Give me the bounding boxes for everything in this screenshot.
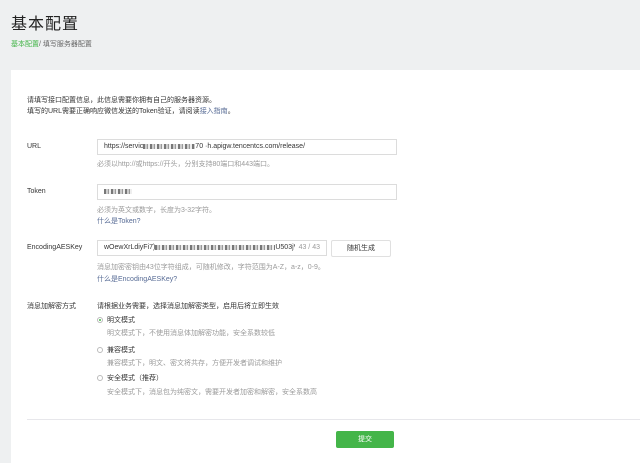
redacted-text — [143, 143, 196, 149]
random-generate-button[interactable]: 随机生成 — [331, 240, 391, 257]
redacted-text — [104, 188, 132, 194]
breadcrumb-current: 填写服务器配置 — [42, 41, 92, 48]
token-hint: 必须为英文或数字，长度为3-32字符。 — [97, 207, 217, 214]
url-input[interactable]: https://servic 70 ·h.apigw.tencentcs.com/… — [97, 139, 397, 155]
breadcrumb-link-basic-config[interactable]: 基本配置 — [11, 41, 39, 48]
breadcrumb: 基本配置/ 填写服务器配置 — [11, 39, 92, 49]
access-guide-link[interactable]: 接入指南 — [200, 108, 228, 115]
encryption-mode-label: 消息加解密方式 — [27, 303, 76, 310]
breadcrumb-separator: / — [39, 41, 41, 48]
radio-unchecked-icon — [97, 347, 103, 354]
config-card: 请填写接口配置信息，此信息需要你拥有自己的服务器资源。 填写的URL需要正确响应… — [11, 70, 640, 463]
radio-checked-icon — [97, 317, 103, 324]
what-is-aeskey-link[interactable]: 什么是EncodingAESKey? — [97, 274, 177, 284]
plaintext-mode-desc: 明文模式下，不使用消息体加解密功能，安全系数较低 — [107, 330, 275, 337]
intro-line-2: 填写的URL需要正确响应微信发送的Token验证，请阅读接入指南。 — [27, 108, 235, 115]
radio-compatible-mode[interactable]: 兼容模式 — [97, 345, 135, 355]
divider — [27, 419, 640, 420]
radio-unchecked-icon — [97, 375, 103, 382]
intro-text: 请填写接口配置信息，此信息需要你拥有自己的服务器资源。 填写的URL需要正确响应… — [27, 95, 235, 117]
submit-button[interactable]: 提交 — [336, 431, 394, 448]
aeskey-hint: 消息加密密钥由43位字符组成，可随机修改，字符范围为A-Z，a-z，0-9。 — [97, 264, 325, 271]
encryption-mode-intro: 请根据业务需要，选择消息加解密类型，启用后将立即生效 — [97, 303, 279, 310]
aeskey-input[interactable]: wOewXrLdiyFi7) U503jV6i 43 / 43 — [97, 240, 327, 256]
redacted-text — [155, 244, 276, 250]
intro-line-1: 请填写接口配置信息，此信息需要你拥有自己的服务器资源。 — [27, 97, 216, 104]
token-input[interactable] — [97, 184, 397, 200]
aeskey-char-counter: 43 / 43 — [294, 241, 320, 255]
token-label: Token — [27, 188, 46, 195]
url-hint: 必须以http://或https://开头，分别支持80端口和443端口。 — [97, 161, 274, 168]
aeskey-label: EncodingAESKey — [27, 244, 83, 251]
page-title: 基本配置 — [11, 16, 80, 33]
compatible-mode-desc: 兼容模式下，明文、密文将共存，方便开发者调试和维护 — [107, 360, 282, 367]
what-is-token-link[interactable]: 什么是Token? — [97, 216, 141, 226]
radio-plaintext-mode[interactable]: 明文模式 — [97, 315, 135, 325]
url-label: URL — [27, 143, 42, 150]
secure-mode-desc: 安全模式下，消息包为纯密文，需要开发者加密和解密，安全系数高 — [107, 389, 317, 396]
radio-secure-mode[interactable]: 安全模式（推荐） — [97, 373, 163, 383]
